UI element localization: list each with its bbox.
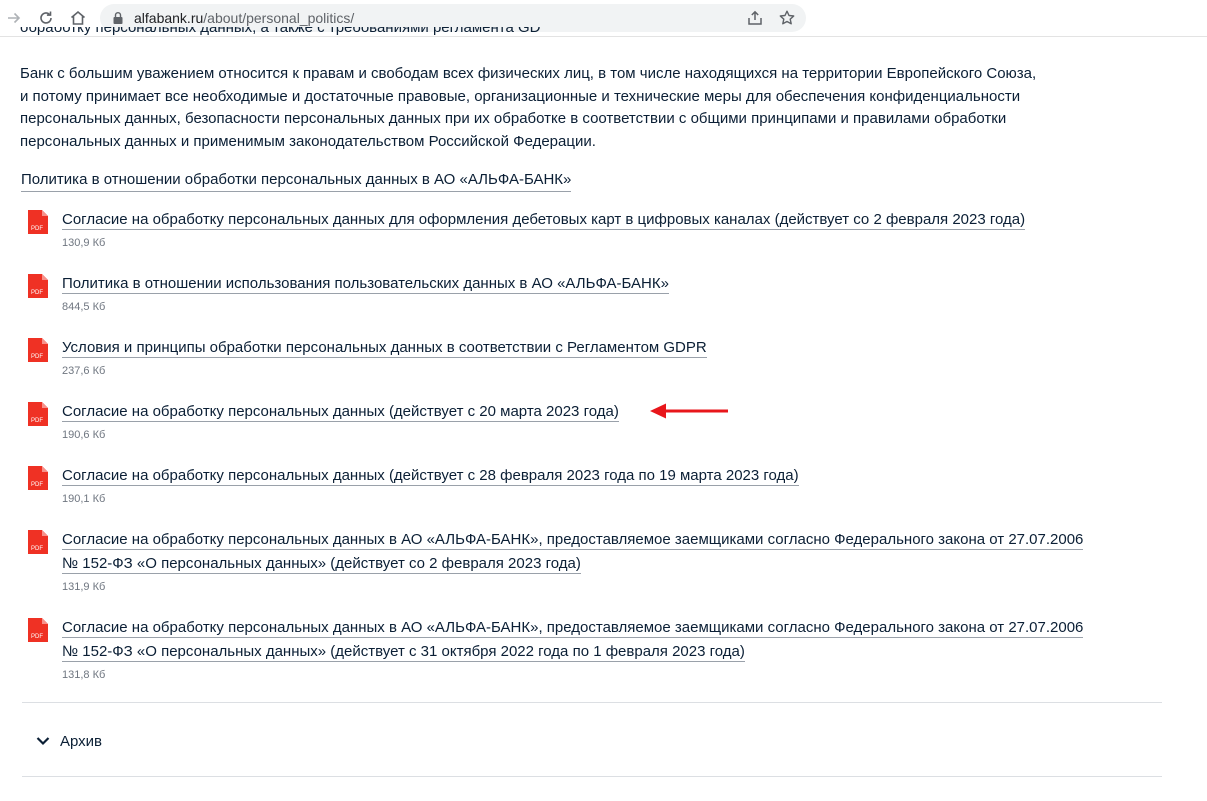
file-size: 844,5 Кб (62, 301, 106, 313)
svg-text:PDF: PDF (31, 418, 43, 424)
pdf-file-icon: PDF (28, 274, 48, 298)
intro-paragraph: Банк с большим уважением относится к пра… (20, 63, 1140, 153)
svg-text:PDF: PDF (31, 634, 43, 640)
pdf-file-icon: PDF (28, 338, 48, 362)
svg-text:PDF: PDF (31, 354, 43, 360)
file-size: 131,8 Кб (62, 669, 106, 681)
document-link[interactable]: Политика в отношении использования польз… (62, 272, 669, 296)
home-icon (70, 10, 86, 25)
file-size: 131,9 Кб (62, 581, 106, 593)
lock-icon (113, 12, 123, 24)
intro-line: Банк с большим уважением относится к пра… (20, 65, 1037, 82)
svg-text:PDF: PDF (31, 226, 43, 232)
reload-icon (40, 11, 52, 24)
forward-arrow-icon (8, 12, 21, 24)
svg-text:PDF: PDF (31, 546, 43, 552)
document-link[interactable]: Согласие на обработку персональных данны… (62, 464, 799, 488)
chevron-down-icon (36, 737, 50, 746)
document-link[interactable]: Согласие на обработку персональных данны… (62, 528, 1084, 576)
intro-line: персональных данных, безопасности персон… (20, 110, 1007, 127)
policy-link[interactable]: Политика в отношении обработки персональ… (21, 170, 572, 192)
archive-toggle[interactable]: Архив (36, 730, 102, 752)
pdf-file-icon: PDF (28, 618, 48, 642)
archive-label: Архив (60, 732, 103, 750)
svg-text:PDF: PDF (31, 290, 43, 296)
url-host: alfabank.ru (134, 10, 204, 26)
document-link[interactable]: Условия и принципы обработки персональны… (62, 336, 707, 360)
pdf-file-icon: PDF (28, 530, 48, 554)
file-size: 190,1 Кб (62, 493, 106, 505)
document-link[interactable]: Согласие на обработку персональных данны… (62, 208, 1026, 232)
cropped-text-line: обработку персональных данных, а также с… (20, 27, 540, 36)
divider (22, 702, 1162, 703)
divider (22, 776, 1162, 777)
document-link[interactable]: Согласие на обработку персональных данны… (62, 616, 1084, 664)
red-annotation-arrow-icon (650, 403, 728, 419)
url-text: alfabank.ru/about/personal_politics/ (134, 10, 354, 26)
bookmark-star-icon[interactable] (778, 9, 796, 27)
file-size: 190,6 Кб (62, 429, 106, 441)
pdf-file-icon: PDF (28, 210, 48, 234)
document-link[interactable]: Согласие на обработку персональных данны… (62, 400, 619, 424)
share-icon[interactable] (746, 9, 764, 27)
file-size: 130,9 Кб (62, 237, 106, 249)
intro-line: и потому принимает все необходимые и дос… (20, 87, 1021, 105)
svg-text:PDF: PDF (31, 482, 43, 488)
pdf-file-icon: PDF (28, 466, 48, 490)
intro-line: персональных данных и применимым законод… (20, 132, 596, 150)
url-path: /about/personal_politics/ (203, 10, 355, 26)
file-size: 237,6 Кб (62, 365, 106, 377)
pdf-file-icon: PDF (28, 402, 48, 426)
